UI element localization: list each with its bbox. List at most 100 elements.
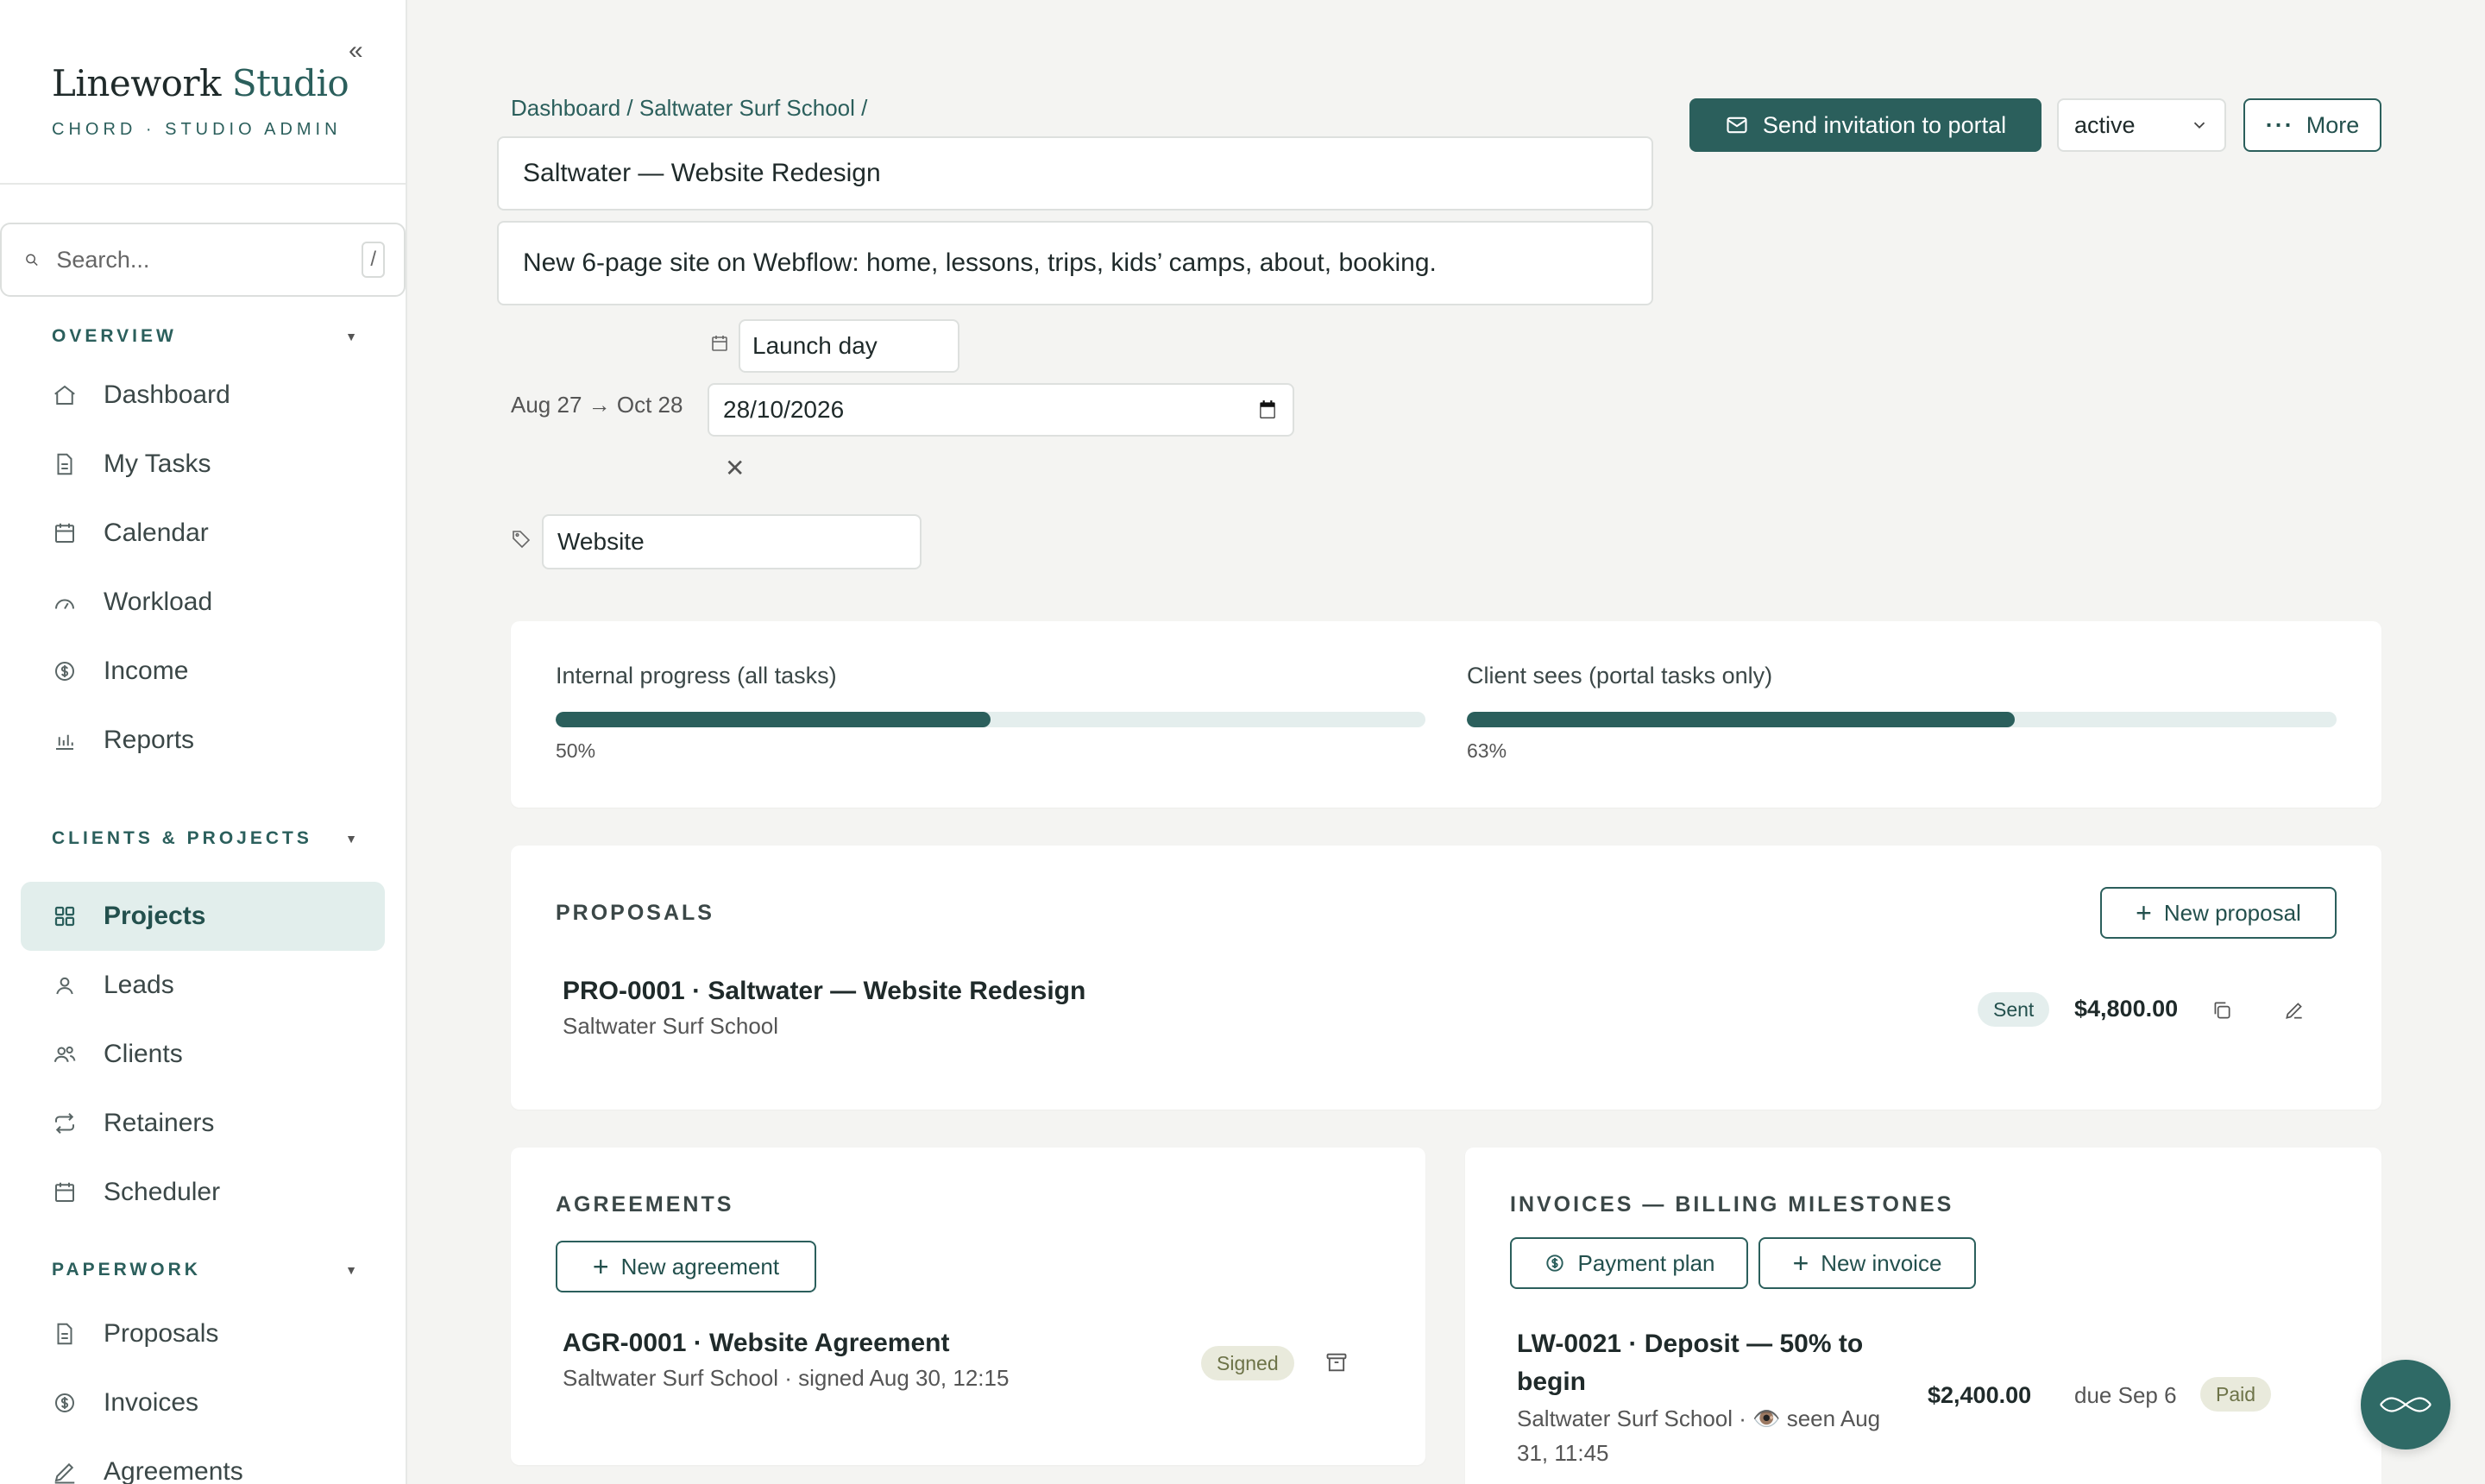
invoices-card: INVOICES — BILLING MILESTONES Payment pl… bbox=[1465, 1148, 2408, 1484]
send-invitation-button[interactable]: Send invitation to portal bbox=[1689, 98, 2041, 152]
brand-name: Linework Studio bbox=[52, 62, 349, 104]
nav-section-clients-projects: CLIENTS & PROJECTS ▼ Projects Leads Clie… bbox=[0, 821, 406, 1227]
plus-icon: + bbox=[2136, 897, 2152, 928]
chord-assistant-button[interactable] bbox=[2361, 1360, 2450, 1449]
section-header-paperwork[interactable]: PAPERWORK ▼ bbox=[0, 1253, 406, 1287]
new-invoice-button[interactable]: + New invoice bbox=[1758, 1237, 1976, 1289]
sidebar-item-clients[interactable]: Clients bbox=[21, 1020, 385, 1089]
new-invoice-label: New invoice bbox=[1821, 1249, 1942, 1276]
agreement-row[interactable]: AGR-0001 · Website Agreement Saltwater S… bbox=[563, 1329, 1009, 1392]
internal-progress: Internal progress (all tasks) 50% bbox=[556, 663, 1425, 763]
brand: Linework Studio CHORD · STUDIO ADMIN bbox=[52, 62, 349, 140]
nav-section-paperwork: PAPERWORK ▼ Proposals Invoices Agreement… bbox=[0, 1253, 406, 1484]
sidebar-item-calendar[interactable]: Calendar bbox=[21, 499, 385, 568]
new-agreement-label: New agreement bbox=[620, 1253, 780, 1280]
proposal-client: Saltwater Surf School bbox=[563, 1013, 779, 1039]
document-icon bbox=[52, 451, 78, 477]
payment-plan-label: Payment plan bbox=[1577, 1249, 1715, 1276]
archive-icon[interactable] bbox=[1322, 1348, 1351, 1377]
clear-date-icon[interactable]: ✕ bbox=[725, 454, 745, 482]
sidebar-item-my-tasks[interactable]: My Tasks bbox=[21, 430, 385, 499]
plus-icon: + bbox=[1792, 1248, 1809, 1279]
sidebar-item-agreements[interactable]: Agreements bbox=[21, 1437, 385, 1484]
collapse-sidebar-button[interactable]: « bbox=[349, 36, 363, 66]
pen-icon bbox=[52, 1459, 78, 1484]
brand-name-main: Linework bbox=[52, 62, 222, 104]
new-proposal-button[interactable]: + New proposal bbox=[2100, 887, 2337, 939]
more-button[interactable]: ··· More bbox=[2243, 98, 2381, 152]
calendar-picker-icon[interactable] bbox=[1256, 399, 1279, 421]
invoice-subtitle-line: Saltwater Surf School · 👁️ seen Aug bbox=[1517, 1405, 1881, 1431]
section-header-overview[interactable]: OVERVIEW ▼ bbox=[0, 319, 406, 354]
milestone-label-input[interactable] bbox=[739, 319, 959, 373]
sidebar-item-label: Projects bbox=[104, 902, 206, 930]
internal-progress-fill bbox=[556, 712, 991, 727]
edit-icon[interactable] bbox=[2280, 996, 2309, 1025]
home-icon bbox=[52, 382, 78, 408]
invoice-subtitle: Saltwater Surf School · 👁️ seen Aug 31, … bbox=[1517, 1401, 1914, 1470]
sidebar-item-label: Workload bbox=[104, 588, 213, 616]
sidebar-item-label: Dashboard bbox=[104, 380, 230, 409]
agreement-title: AGR-0001 · Website Agreement bbox=[563, 1329, 950, 1357]
sidebar-item-reports[interactable]: Reports bbox=[21, 706, 385, 775]
launch-date-input[interactable]: 28/10/2026 bbox=[708, 383, 1294, 437]
client-progress-track bbox=[1467, 712, 2337, 727]
sidebar-item-label: Agreements bbox=[104, 1457, 243, 1484]
project-title-input[interactable] bbox=[497, 136, 1653, 211]
launch-date-value: 28/10/2026 bbox=[723, 396, 845, 423]
chevron-down-icon bbox=[2193, 122, 2205, 129]
internal-progress-label: Internal progress (all tasks) bbox=[556, 663, 837, 689]
sidebar-item-income[interactable]: Income bbox=[21, 637, 385, 706]
user-icon bbox=[52, 972, 78, 998]
sidebar-item-leads[interactable]: Leads bbox=[21, 951, 385, 1020]
payment-plan-button[interactable]: Payment plan bbox=[1510, 1237, 1748, 1289]
sidebar-item-scheduler[interactable]: Scheduler bbox=[21, 1158, 385, 1227]
search-shortcut-key: / bbox=[362, 242, 385, 278]
new-agreement-button[interactable]: + New agreement bbox=[556, 1241, 816, 1292]
tag-input[interactable] bbox=[542, 514, 922, 569]
sidebar-item-label: Reports bbox=[104, 726, 195, 754]
status-value: active bbox=[2074, 111, 2136, 138]
sidebar-item-label: My Tasks bbox=[104, 450, 211, 478]
sidebar-item-projects[interactable]: Projects bbox=[21, 882, 385, 951]
section-header-clients-projects[interactable]: CLIENTS & PROJECTS ▼ bbox=[0, 821, 406, 856]
document-icon bbox=[52, 1321, 78, 1347]
grid-icon bbox=[52, 903, 78, 929]
status-badge: Sent bbox=[1978, 992, 2050, 1027]
chevron-down-icon: ▼ bbox=[345, 832, 357, 846]
dollar-icon bbox=[1545, 1254, 1563, 1272]
nav-section-overview: OVERVIEW ▼ Dashboard My Tasks Calendar W… bbox=[0, 319, 406, 775]
repeat-icon bbox=[52, 1110, 78, 1136]
proposals-title: PROPOSALS bbox=[556, 901, 714, 925]
search-input[interactable] bbox=[56, 246, 362, 274]
project-description-input[interactable] bbox=[497, 221, 1653, 305]
section-title: OVERVIEW bbox=[52, 326, 177, 346]
invoice-title-line: LW-0021 · Deposit — 50% to bbox=[1517, 1330, 1864, 1358]
sidebar-item-proposals[interactable]: Proposals bbox=[21, 1299, 385, 1368]
status-select[interactable]: active bbox=[2057, 98, 2226, 152]
sidebar-item-dashboard[interactable]: Dashboard bbox=[21, 361, 385, 430]
sidebar-item-label: Leads bbox=[104, 971, 174, 999]
duplicate-icon[interactable] bbox=[2207, 996, 2236, 1025]
agreement-subtitle: Saltwater Surf School · signed Aug 30, 1… bbox=[563, 1365, 1010, 1391]
invoice-amount: $2,400.00 bbox=[1928, 1382, 2032, 1408]
status-badge: Paid bbox=[2200, 1377, 2272, 1412]
breadcrumb-client-link[interactable]: Saltwater Surf School bbox=[639, 95, 855, 121]
sidebar-item-retainers[interactable]: Retainers bbox=[21, 1089, 385, 1158]
breadcrumb-separator: / bbox=[854, 95, 868, 121]
divider bbox=[0, 183, 406, 185]
breadcrumb-dashboard-link[interactable]: Dashboard bbox=[511, 95, 620, 121]
sidebar-item-label: Invoices bbox=[104, 1388, 199, 1417]
proposal-row[interactable]: PRO-0001 · Saltwater — Website Redesign … bbox=[563, 977, 1085, 1040]
tag-icon bbox=[513, 531, 531, 549]
calendar-icon bbox=[712, 336, 727, 351]
sidebar-item-label: Calendar bbox=[104, 519, 209, 547]
more-dots-icon: ··· bbox=[2265, 111, 2294, 138]
sidebar-item-workload[interactable]: Workload bbox=[21, 568, 385, 637]
invoice-row[interactable]: LW-0021 · Deposit — 50% to begin Saltwat… bbox=[1517, 1325, 1914, 1470]
date-range-text: Aug 27 → Oct 28 bbox=[511, 392, 683, 418]
sidebar-item-invoices[interactable]: Invoices bbox=[21, 1368, 385, 1437]
search-box[interactable]: / bbox=[0, 223, 406, 297]
proposal-amount: $4,800.00 bbox=[2074, 996, 2179, 1022]
dollar-icon bbox=[52, 1390, 78, 1416]
